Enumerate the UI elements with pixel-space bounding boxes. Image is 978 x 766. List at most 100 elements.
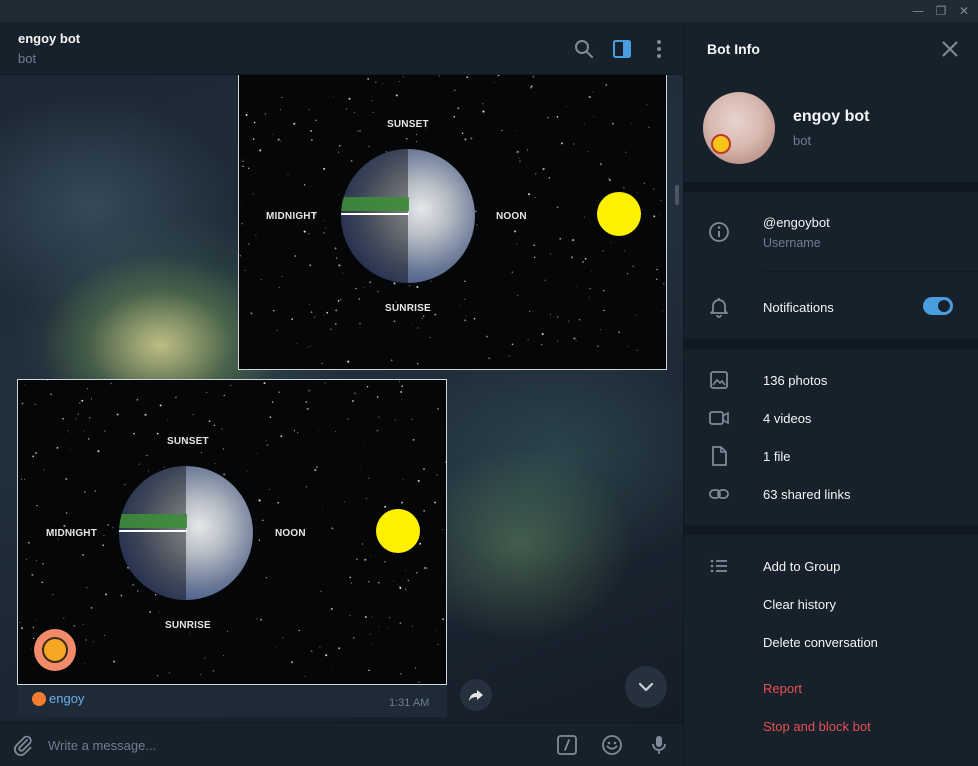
star (347, 418, 349, 420)
star (36, 505, 38, 507)
star (83, 430, 85, 432)
stop-and-block-button[interactable]: Stop and block bot (763, 719, 871, 734)
star (588, 296, 590, 298)
photo-message[interactable]: SUNSET MIDNIGHT NOON SUNRISE (17, 379, 447, 685)
star (572, 239, 575, 242)
star (666, 333, 667, 334)
chat-header[interactable]: engoy bot bot (0, 22, 683, 75)
star (464, 319, 467, 322)
star (58, 434, 60, 436)
star (75, 418, 77, 420)
star (359, 130, 361, 132)
slash-command-icon[interactable] (556, 734, 578, 756)
media-photos[interactable]: 136 photos (763, 373, 827, 388)
close-icon[interactable] (940, 39, 960, 59)
star (314, 559, 316, 561)
star (591, 271, 593, 273)
clear-history-button[interactable]: Clear history (763, 597, 836, 612)
more-vertical-icon[interactable] (648, 38, 670, 60)
star (159, 404, 162, 407)
star (533, 256, 536, 259)
chat-scrollbar[interactable] (675, 185, 679, 205)
info-icon (708, 221, 730, 243)
microphone-icon[interactable] (648, 734, 670, 756)
media-files[interactable]: 1 file (763, 449, 790, 464)
star (223, 473, 226, 476)
add-to-group-button[interactable]: Add to Group (763, 559, 840, 574)
star (549, 313, 551, 315)
star (394, 419, 396, 421)
paperclip-icon[interactable] (12, 734, 34, 756)
message-input[interactable] (48, 731, 528, 759)
star (340, 299, 342, 301)
star (43, 469, 45, 471)
section-divider (684, 182, 978, 192)
star (511, 271, 513, 273)
scroll-to-bottom-button[interactable] (625, 666, 667, 708)
star (262, 519, 264, 522)
emoji-icon[interactable] (601, 734, 623, 756)
star (405, 137, 408, 140)
star (662, 310, 664, 312)
minimize-window-button[interactable]: — (910, 3, 926, 19)
star (623, 186, 625, 189)
star (438, 75, 440, 77)
star (337, 151, 340, 153)
star (70, 432, 72, 434)
star (112, 660, 116, 663)
profile-avatar[interactable] (703, 92, 775, 164)
star (446, 543, 447, 544)
star (528, 310, 531, 312)
chat-title[interactable]: engoy bot (18, 31, 80, 46)
label-sunrise: SUNRISE (165, 620, 211, 631)
star (589, 287, 592, 290)
star (263, 382, 266, 385)
media-videos[interactable]: 4 videos (763, 411, 811, 426)
star (405, 569, 406, 571)
star (296, 343, 298, 344)
forward-button[interactable] (460, 679, 492, 711)
star (423, 566, 426, 570)
star (294, 255, 297, 257)
search-icon[interactable] (573, 38, 595, 60)
star (281, 96, 283, 98)
star (303, 184, 306, 186)
star (325, 227, 327, 229)
star (602, 289, 605, 292)
star (429, 399, 431, 401)
star (412, 438, 415, 441)
star (626, 273, 628, 275)
caption-link[interactable]: engoy (49, 691, 84, 706)
star (355, 287, 357, 290)
media-links[interactable]: 63 shared links (763, 487, 850, 502)
photo-message[interactable]: SUNSET MIDNIGHT NOON SUNRISE (238, 75, 667, 370)
avatar-badge (711, 134, 731, 154)
delete-conversation-button[interactable]: Delete conversation (763, 635, 878, 650)
star (368, 145, 370, 147)
star (611, 122, 615, 125)
star (402, 478, 404, 480)
bot-avatar[interactable] (34, 629, 76, 671)
star (86, 587, 88, 589)
star (436, 474, 438, 476)
star (304, 676, 306, 677)
chat-messages-area[interactable]: SUNSET MIDNIGHT NOON SUNRISE SUNSET MIDN… (0, 75, 683, 722)
star (372, 112, 374, 113)
star (540, 343, 543, 346)
star (325, 654, 328, 657)
report-button[interactable]: Report (763, 681, 802, 696)
sidebar-panel-icon[interactable] (611, 38, 633, 60)
username-value[interactable]: @engoybot (763, 215, 830, 230)
star (79, 402, 81, 404)
star (482, 110, 485, 113)
close-window-button[interactable]: ✕ (956, 3, 972, 19)
star (81, 399, 84, 402)
star (280, 435, 283, 438)
earth-globe (341, 149, 475, 283)
star (200, 674, 202, 675)
star (41, 581, 44, 584)
notifications-toggle[interactable] (923, 297, 953, 315)
maximize-window-button[interactable]: ❐ (933, 3, 949, 19)
star (242, 165, 244, 167)
star (337, 300, 340, 302)
